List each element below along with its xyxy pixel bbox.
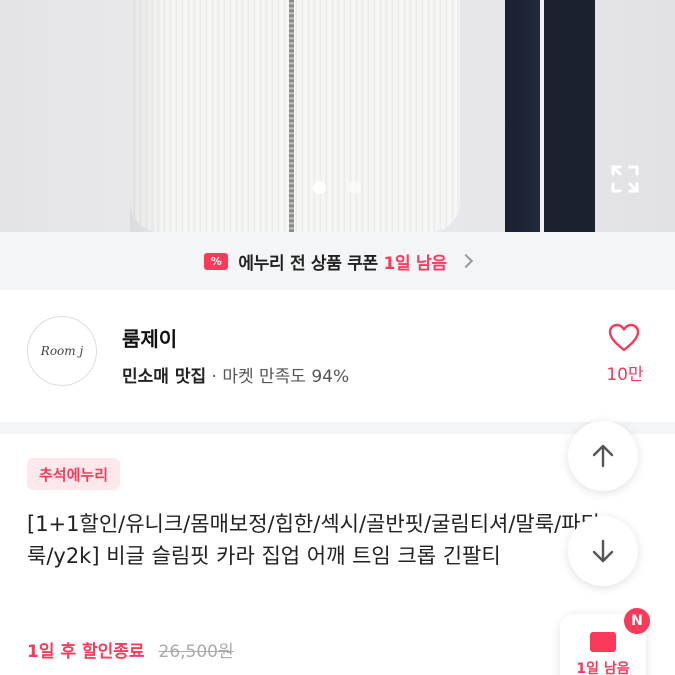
event-badge: 추석에누리 [27, 458, 121, 490]
product-title: [1+1할인/유니크/몸매보정/힙한/섹시/골반핏/굴림티셔/말룩/파티룩/y2… [27, 512, 600, 568]
shop-subtitle: 민소매 맛집 · 마켓 만족도 94% [122, 367, 350, 387]
new-badge: N [622, 606, 652, 636]
shop-logo[interactable]: Room j [27, 316, 97, 386]
coupon-banner[interactable]: % 에누리 전 상품 쿠폰 1일 남음 [0, 232, 675, 290]
expand-icon[interactable] [609, 163, 641, 195]
chevron-right-icon [458, 253, 473, 269]
shop-info[interactable]: Room j 룸제이 민소매 맛집 · 마켓 만족도 94% [0, 290, 675, 422]
zipper-detail [289, 0, 294, 232]
like-count: 10만 [606, 365, 644, 385]
section-divider [0, 422, 675, 434]
coupon-icon: % [204, 252, 229, 270]
heart-icon[interactable] [608, 322, 640, 354]
carousel-dot-active[interactable] [313, 181, 326, 194]
shop-name[interactable]: 룸제이 [122, 323, 177, 352]
coupon-text: 에누리 전 상품 쿠폰 1일 남음 [238, 253, 447, 274]
arrow-down-icon [592, 539, 614, 563]
scroll-up-button[interactable] [568, 421, 638, 491]
download-coupon-icon [590, 632, 616, 652]
sale-info: 1일 후 할인종료 26,500원 [27, 637, 234, 662]
scroll-down-button[interactable] [568, 516, 638, 586]
sale-end-text: 1일 후 할인종료 [27, 642, 145, 662]
arrow-up-icon [592, 444, 614, 468]
coupon-fab-label: 1일 남음 [576, 661, 630, 675]
white-garment-image [130, 0, 460, 232]
product-image-carousel[interactable] [0, 0, 675, 232]
carousel-indicator [313, 181, 361, 194]
original-price: 26,500원 [158, 642, 234, 662]
carousel-dot[interactable] [348, 181, 361, 194]
